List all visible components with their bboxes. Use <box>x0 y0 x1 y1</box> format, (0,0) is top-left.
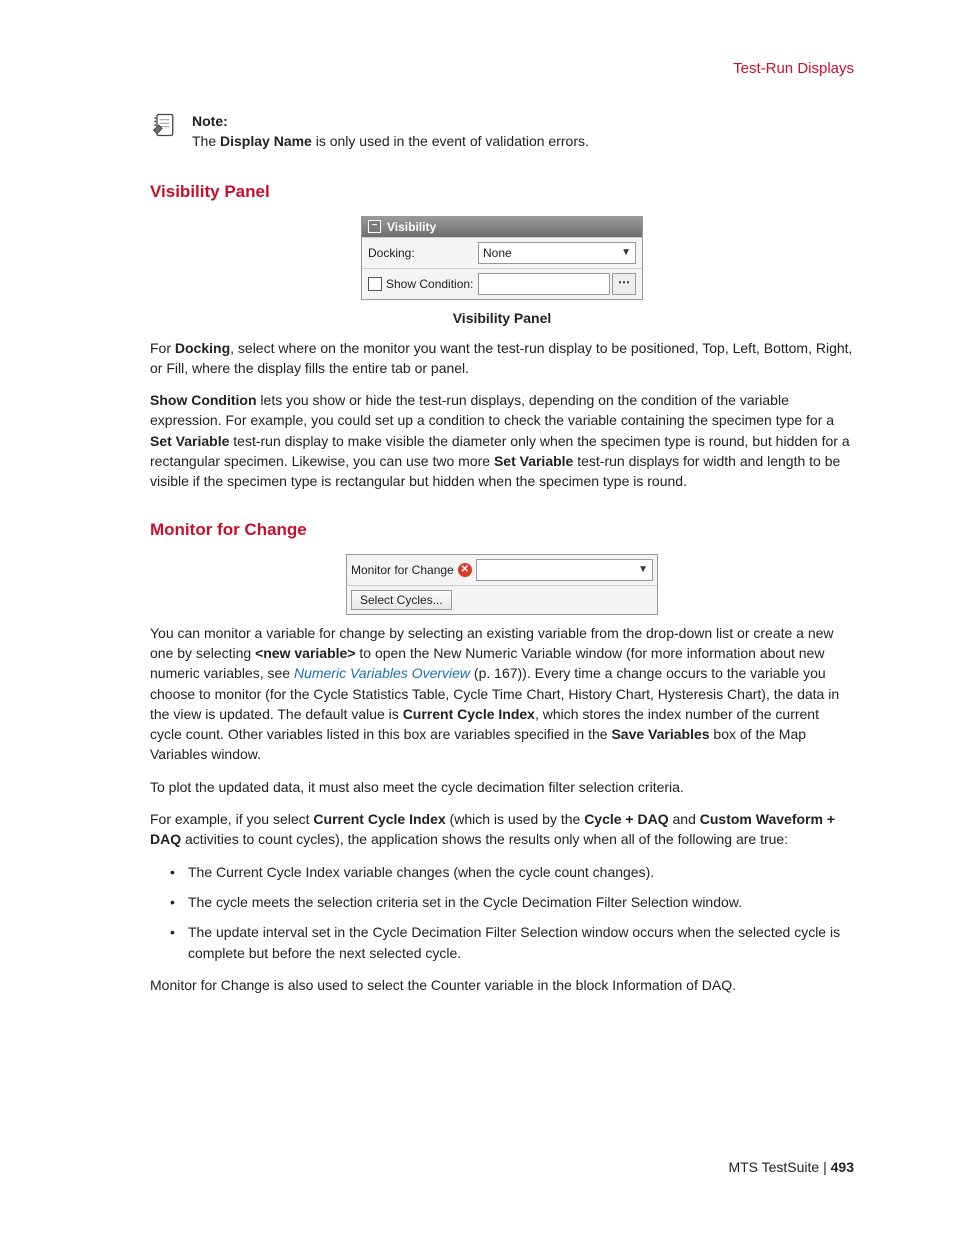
page-footer: MTS TestSuite | 493 <box>728 1159 854 1175</box>
list-item: The update interval set in the Cycle Dec… <box>170 922 854 963</box>
docking-label: Docking: <box>368 246 478 260</box>
footer-page-number: 493 <box>831 1159 854 1175</box>
note-text-post: is only used in the event of validation … <box>312 133 589 149</box>
monitor-para-4: Monitor for Change is also used to selec… <box>150 975 854 995</box>
docking-value: None <box>483 246 512 260</box>
show-condition-input[interactable] <box>478 273 610 295</box>
docking-select[interactable]: None ▼ <box>478 242 636 264</box>
list-item: The cycle meets the selection criteria s… <box>170 892 854 912</box>
monitor-para-1: You can monitor a variable for change by… <box>150 623 854 765</box>
error-icon: ✕ <box>458 563 472 577</box>
list-item: The Current Cycle Index variable changes… <box>170 862 854 882</box>
page-header-title: Test-Run Displays <box>150 60 854 77</box>
monitor-para-3: For example, if you select Current Cycle… <box>150 809 854 850</box>
chevron-down-icon: ▼ <box>621 247 631 258</box>
chevron-down-icon: ▼ <box>638 564 648 575</box>
note-label: Note: <box>192 113 228 129</box>
visibility-panel-caption: Visibility Panel <box>150 310 854 326</box>
footer-product: MTS TestSuite <box>728 1159 819 1175</box>
visibility-para-2: Show Condition lets you show or hide the… <box>150 390 854 491</box>
select-cycles-button[interactable]: Select Cycles... <box>351 590 452 610</box>
show-condition-label: Show Condition: <box>386 277 473 291</box>
monitor-for-change-label: Monitor for Change <box>351 563 458 577</box>
visibility-panel-title: Visibility <box>387 220 436 234</box>
note-text-pre: The <box>192 133 220 149</box>
monitor-variable-select[interactable]: ▼ <box>476 559 653 581</box>
monitor-for-change-panel: Monitor for Change ✕ ▼ Select Cycles... <box>346 554 658 615</box>
collapse-icon[interactable]: − <box>368 220 381 233</box>
note-icon <box>150 111 178 139</box>
show-condition-checkbox[interactable] <box>368 277 382 291</box>
visibility-panel: − Visibility Docking: None ▼ Show Condit… <box>361 216 643 300</box>
numeric-variables-link[interactable]: Numeric Variables Overview <box>294 665 470 681</box>
show-condition-browse-button[interactable]: ⋯ <box>612 273 636 295</box>
monitor-bullets: The Current Cycle Index variable changes… <box>150 862 854 963</box>
monitor-para-2: To plot the updated data, it must also m… <box>150 777 854 797</box>
visibility-heading: Visibility Panel <box>150 182 854 202</box>
monitor-heading: Monitor for Change <box>150 520 854 540</box>
visibility-para-1: For Docking, select where on the monitor… <box>150 338 854 379</box>
note-block: Note: The Display Name is only used in t… <box>150 109 854 152</box>
visibility-panel-header[interactable]: − Visibility <box>362 217 642 237</box>
note-text-bold: Display Name <box>220 133 312 149</box>
